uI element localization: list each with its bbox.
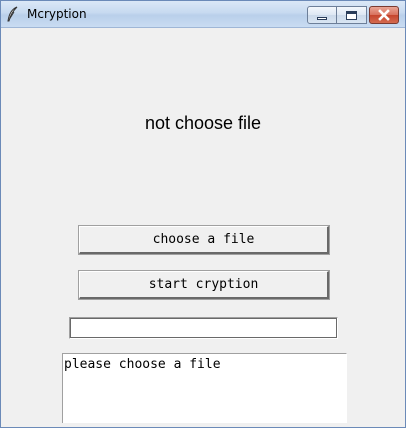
feather-icon — [7, 6, 18, 22]
close-button[interactable] — [369, 6, 399, 24]
app-window: Mcryption not choose file choose a file … — [0, 0, 406, 428]
window-title: Mcryption — [27, 7, 87, 21]
log-textbox[interactable]: please choose a file — [62, 353, 347, 423]
minimize-icon — [317, 17, 327, 20]
choose-file-button[interactable]: choose a file — [78, 225, 330, 255]
maximize-icon — [346, 11, 357, 20]
key-input[interactable] — [69, 317, 338, 339]
minimize-button[interactable] — [307, 6, 337, 24]
start-cryption-button[interactable]: start cryption — [78, 270, 330, 300]
maximize-button[interactable] — [337, 6, 367, 24]
close-icon — [378, 9, 390, 21]
title-bar[interactable]: Mcryption — [1, 1, 405, 28]
file-status-label: not choose file — [144, 113, 262, 133]
